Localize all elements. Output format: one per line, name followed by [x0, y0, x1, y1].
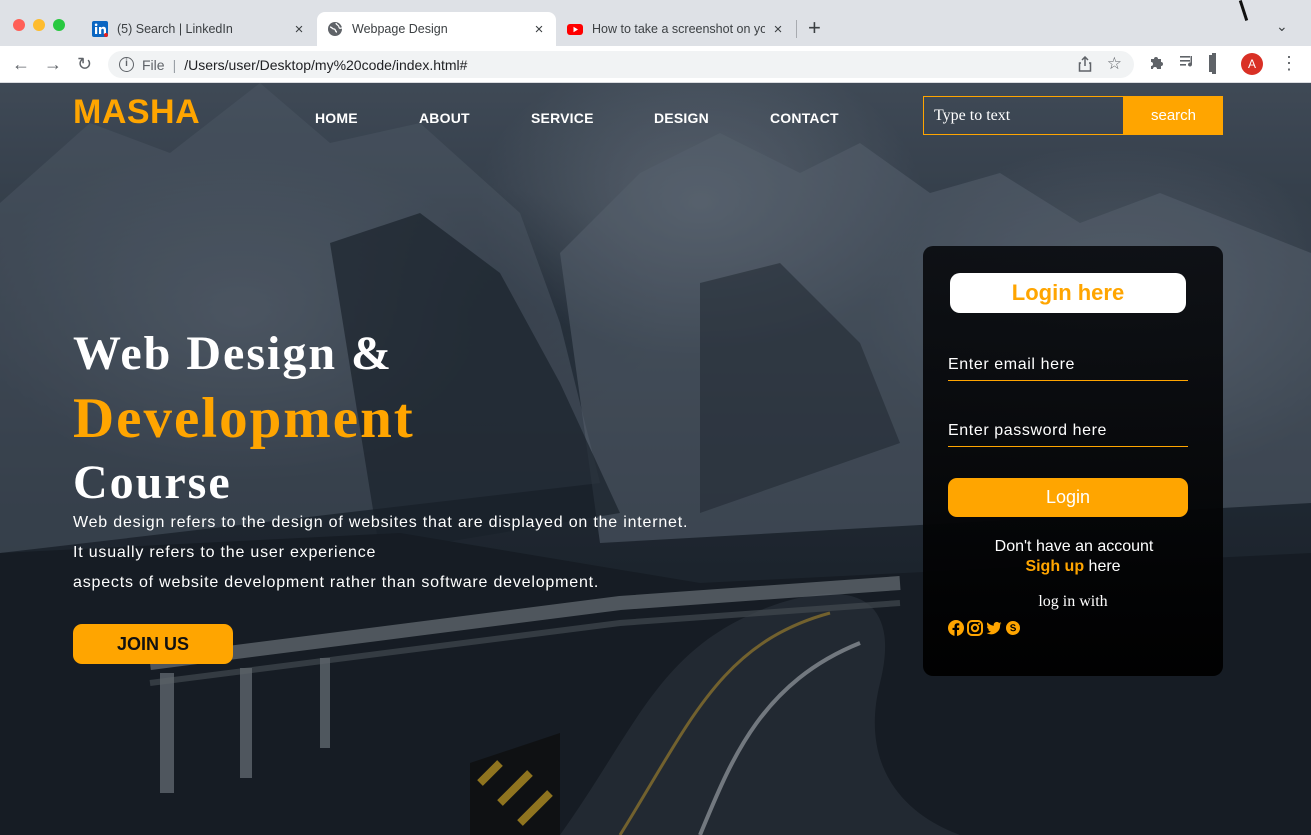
- hero-title-line-2: Development: [73, 387, 415, 450]
- hero-title-line-1: Web Design &: [73, 327, 394, 380]
- tab-label: (5) Search | LinkedIn: [117, 22, 233, 36]
- share-icon[interactable]: [1078, 55, 1092, 76]
- tab-linkedin[interactable]: (5) Search | LinkedIn ×: [82, 12, 316, 46]
- globe-icon: [327, 21, 343, 37]
- url-text[interactable]: /Users/user/Desktop/my%20code/index.html…: [184, 57, 467, 73]
- nav-home[interactable]: HOME: [315, 110, 358, 126]
- window-minimize-button[interactable]: [33, 19, 45, 31]
- twitter-icon[interactable]: [986, 620, 1002, 636]
- profile-avatar[interactable]: A: [1241, 53, 1263, 75]
- search-input[interactable]: [923, 96, 1124, 135]
- page-viewport: MASHA HOME ABOUT SERVICE DESIGN CONTACT …: [0, 83, 1311, 835]
- browser-tab-bar: (5) Search | LinkedIn × Webpage Design ×…: [0, 0, 1311, 46]
- signup-suffix: here: [1084, 558, 1121, 575]
- window-close-button[interactable]: [13, 19, 25, 31]
- info-icon[interactable]: i: [119, 57, 134, 72]
- skype-icon[interactable]: [1005, 620, 1021, 636]
- close-icon[interactable]: ×: [771, 21, 785, 38]
- tab-youtube[interactable]: How to take a screenshot on yo ×: [557, 12, 795, 46]
- bookmark-star-icon[interactable]: ☆: [1107, 54, 1122, 74]
- login-button[interactable]: Login: [948, 478, 1188, 517]
- close-icon[interactable]: ×: [532, 21, 546, 38]
- social-login-icons: [948, 620, 1021, 636]
- password-field[interactable]: [948, 415, 1188, 447]
- nav-contact[interactable]: CONTACT: [770, 110, 839, 126]
- reload-button[interactable]: ↻: [77, 54, 92, 74]
- site-logo[interactable]: MASHA: [73, 93, 200, 132]
- tab-webpage-design[interactable]: Webpage Design ×: [317, 12, 556, 46]
- forward-button[interactable]: →: [44, 54, 62, 74]
- signup-line: Sigh up here: [923, 558, 1223, 576]
- hero-paragraph-line: It usually refers to the user experience: [73, 544, 377, 561]
- media-queue-icon[interactable]: [1180, 55, 1196, 74]
- address-separator: |: [172, 56, 177, 73]
- scheme-label: File: [142, 56, 165, 73]
- tab-label: How to take a screenshot on yo: [592, 22, 765, 36]
- email-field[interactable]: [948, 349, 1188, 381]
- extensions-puzzle-icon[interactable]: [1148, 55, 1164, 76]
- instagram-icon[interactable]: [967, 620, 983, 636]
- more-menu-icon[interactable]: ⋮: [1280, 54, 1298, 72]
- tab-search-chevron-down-icon[interactable]: ⌄: [1276, 18, 1288, 35]
- new-tab-button[interactable]: +: [808, 16, 821, 40]
- window-zoom-button[interactable]: [53, 19, 65, 31]
- hero-paragraph-line: Web design refers to the design of websi…: [73, 514, 689, 531]
- hero-title-line-3: Course: [73, 456, 232, 509]
- nav-about[interactable]: ABOUT: [419, 110, 470, 126]
- side-panel-icon[interactable]: [1212, 53, 1216, 74]
- nav-service[interactable]: SERVICE: [531, 110, 594, 126]
- hero-paragraph-line: aspects of website development rather th…: [73, 574, 600, 591]
- login-title: Login here: [950, 273, 1186, 313]
- linkedin-icon: [92, 21, 108, 37]
- signup-link[interactable]: Sigh up: [1025, 558, 1084, 575]
- address-bar[interactable]: i File | /Users/user/Desktop/my%20code/i…: [108, 51, 1134, 78]
- no-account-text: Don't have an account: [994, 538, 1154, 555]
- facebook-icon[interactable]: [948, 620, 964, 636]
- login-card: Login here Login Don't have an account S…: [923, 246, 1223, 676]
- browser-toolbar: ← → ↻ i File | /Users/user/Desktop/my%20…: [0, 46, 1311, 83]
- mouse-pointer-mark: [1238, 0, 1249, 21]
- tab-separator: [796, 20, 797, 38]
- close-icon[interactable]: ×: [292, 21, 306, 38]
- nav-design[interactable]: DESIGN: [654, 110, 709, 126]
- tab-label: Webpage Design: [352, 22, 448, 36]
- join-us-button[interactable]: JOIN US: [73, 624, 233, 664]
- youtube-icon: [567, 21, 583, 37]
- social-login-heading: log in with: [1038, 593, 1108, 610]
- back-button[interactable]: ←: [12, 54, 30, 74]
- search-button[interactable]: search: [1124, 96, 1223, 135]
- search-bar: search: [923, 96, 1223, 135]
